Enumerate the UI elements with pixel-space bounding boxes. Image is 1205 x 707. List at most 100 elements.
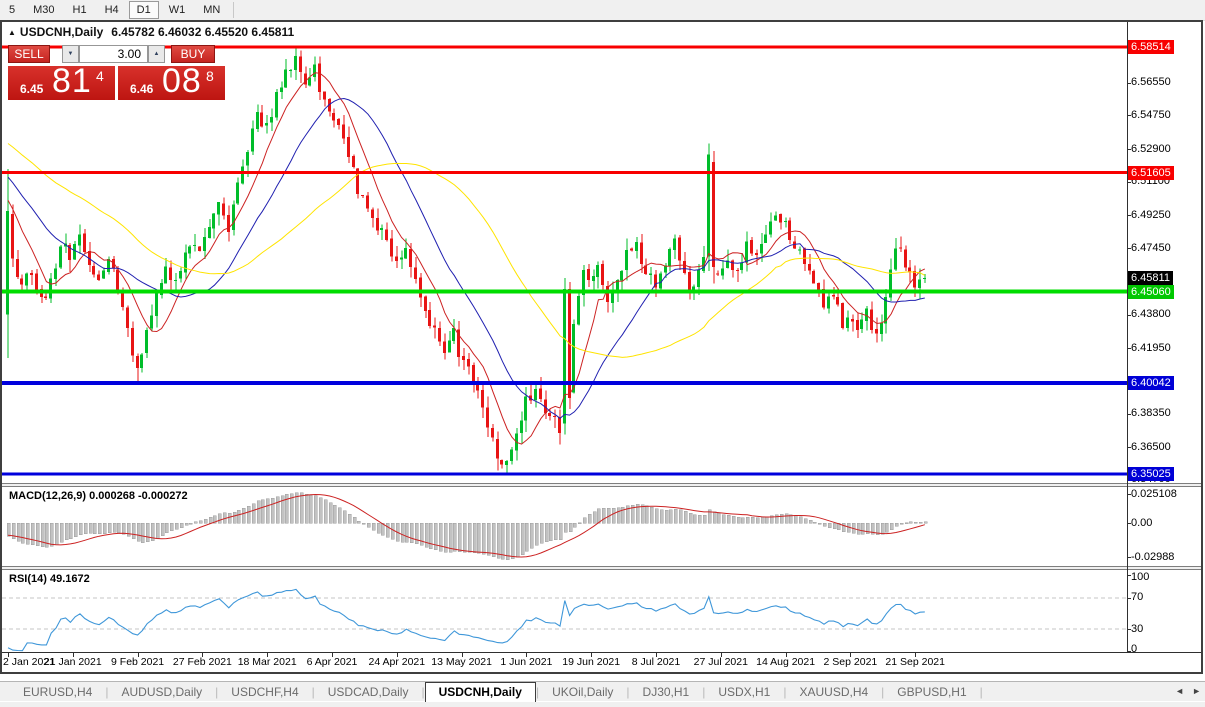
date-axis-label: 1 Jun 2021 <box>500 656 552 668</box>
timeframe-button-mn[interactable]: MN <box>195 1 228 19</box>
volume-decrease-button[interactable]: ▼ <box>62 45 79 63</box>
date-axis-tickmark <box>915 653 916 657</box>
price-axis-tick: 6.43800 <box>1131 308 1171 320</box>
date-axis-label: 6 Apr 2021 <box>307 656 358 668</box>
timeframe-button-d1[interactable]: D1 <box>129 1 159 19</box>
price-axis-tickmark <box>1127 215 1131 216</box>
date-axis-label: 21 Sep 2021 <box>885 656 945 668</box>
price-axis-tickmark <box>1127 414 1131 415</box>
price-axis-tick: 6.36500 <box>1131 441 1171 453</box>
chart-tab-bar: EURUSD,H4|AUDUSD,Daily|USDCHF,H4|USDCAD,… <box>0 681 1205 702</box>
chart-tab-usdcad[interactable]: USDCAD,Daily <box>315 683 422 701</box>
date-axis-label: 21 Jan 2021 <box>44 656 102 668</box>
price-axis-tick: 6.38350 <box>1131 407 1171 419</box>
toolbar-separator <box>233 2 234 18</box>
macd-label: MACD(12,26,9) 0.000268 -0.000272 <box>9 490 188 502</box>
price-axis-tickmark <box>1127 115 1131 116</box>
price-axis-tick: 6.49250 <box>1131 209 1171 221</box>
buy-price-pip-digit: 8 <box>206 68 214 84</box>
date-axis-tickmark <box>786 653 787 657</box>
chart-ohlc-values: 6.45782 6.46032 6.45520 6.45811 <box>111 25 294 39</box>
price-axis-tick: 6.47450 <box>1131 242 1171 254</box>
sell-button[interactable]: SELL <box>8 45 50 63</box>
price-axis-tick: 6.54750 <box>1131 109 1171 121</box>
macd-axis-tick: -0.02988 <box>1131 551 1174 563</box>
status-strip <box>0 701 1205 707</box>
price-level-badge: 6.58514 <box>1128 40 1174 54</box>
chart-tab-audusd[interactable]: AUDUSD,Daily <box>108 683 215 701</box>
chart-tab-dj30[interactable]: DJ30,H1 <box>630 683 703 701</box>
chart-tab-usdchf[interactable]: USDCHF,H4 <box>218 683 311 701</box>
sell-price-display[interactable]: 6.45 81 4 <box>8 66 115 100</box>
date-axis-label: 27 Jul 2021 <box>694 656 748 668</box>
buy-price-prefix: 6.46 <box>130 82 153 96</box>
chart-title: ▲ USDCNH,Daily 6.45782 6.46032 6.45520 6.4… <box>8 25 294 39</box>
price-axis-tick: 6.41950 <box>1131 342 1171 354</box>
buy-price-display[interactable]: 6.46 08 8 <box>118 66 225 100</box>
chart-tab-usdcnh[interactable]: USDCNH,Daily <box>425 682 536 702</box>
date-axis-label: 27 Feb 2021 <box>173 656 232 668</box>
price-axis-tickmark <box>1127 348 1131 349</box>
macd-axis-tickmark <box>1127 494 1131 495</box>
price-level-badge: 6.51605 <box>1128 166 1174 180</box>
rsi-axis-tickmark <box>1127 651 1131 652</box>
timeframe-toolbar: 5M30H1H4D1W1MN <box>0 0 1205 21</box>
collapse-chart-icon[interactable]: ▲ <box>8 28 16 37</box>
macd-axis-tick: 0.025108 <box>1131 488 1177 500</box>
chart-tab-gbpusd[interactable]: GBPUSD,H1 <box>884 683 979 701</box>
date-axis-tickmark <box>591 653 592 657</box>
date-axis-tickmark <box>721 653 722 657</box>
date-axis-label: 8 Jul 2021 <box>632 656 680 668</box>
rsi-axis-tickmark <box>1127 598 1131 599</box>
sell-price-pip-digit: 4 <box>96 68 104 84</box>
timeframe-button-m30[interactable]: M30 <box>25 1 62 19</box>
macd-axis-tickmark <box>1127 523 1131 524</box>
chart-tab-usdx[interactable]: USDX,H1 <box>705 683 783 701</box>
tab-scroll-right-icon[interactable]: ► <box>1192 686 1205 696</box>
chevron-up-icon: ▲ <box>154 51 160 57</box>
macd-axis-tick: 0.00 <box>1131 517 1152 529</box>
chart-tab-xauusd[interactable]: XAUUSD,H4 <box>786 683 881 701</box>
date-axis-tickmark <box>332 653 333 657</box>
date-axis-tickmark <box>397 653 398 657</box>
timeframe-button-h1[interactable]: H1 <box>65 1 95 19</box>
time-axis-border <box>2 652 1201 653</box>
timeframe-button-w1[interactable]: W1 <box>161 1 194 19</box>
buy-button[interactable]: BUY <box>171 45 215 63</box>
date-axis-tickmark <box>656 653 657 657</box>
rsi-axis-tickmark <box>1127 575 1131 576</box>
chart-symbol-label: USDCNH,Daily <box>20 25 103 39</box>
tab-scroll-left-icon[interactable]: ◄ <box>1175 686 1192 696</box>
date-axis-tickmark <box>850 653 851 657</box>
volume-increase-button[interactable]: ▲ <box>148 45 165 63</box>
price-level-badge: 6.45060 <box>1128 285 1174 299</box>
date-axis-label: 19 Jun 2021 <box>562 656 620 668</box>
date-axis-tickmark <box>462 653 463 657</box>
chart-tab-eurusd[interactable]: EURUSD,H4 <box>10 683 105 701</box>
date-axis-label: 9 Feb 2021 <box>111 656 164 668</box>
rsi-axis-tick: 30 <box>1131 623 1143 635</box>
timeframe-button-h4[interactable]: H4 <box>97 1 127 19</box>
price-axis-tickmark <box>1127 315 1131 316</box>
rsi-axis-tickmark <box>1127 629 1131 630</box>
chevron-down-icon: ▼ <box>68 51 74 57</box>
price-axis-tickmark <box>1127 248 1131 249</box>
date-axis-tickmark <box>73 653 74 657</box>
date-axis-label: 24 Apr 2021 <box>368 656 425 668</box>
rsi-axis-tick: 100 <box>1131 571 1149 583</box>
timeframe-button-5[interactable]: 5 <box>1 1 23 19</box>
volume-input[interactable]: 3.00 <box>79 45 148 63</box>
rsi-label: RSI(14) 49.1672 <box>9 573 90 585</box>
trading-terminal: { "toolbar": { "timeframes": ["5","M30",… <box>0 0 1205 706</box>
date-axis-tickmark <box>526 653 527 657</box>
chart-tab-ukoil[interactable]: UKOil,Daily <box>539 683 626 701</box>
price-axis-tickmark <box>1127 149 1131 150</box>
rsi-indicator-plot[interactable] <box>2 570 1127 652</box>
price-level-badge: 6.45811 <box>1128 271 1173 285</box>
date-axis-label: 14 Aug 2021 <box>756 656 815 668</box>
price-axis-tickmark <box>1127 182 1131 183</box>
price-axis-tick: 6.52900 <box>1131 143 1171 155</box>
date-axis-tickmark <box>8 653 9 657</box>
tab-scroll-arrows: ◄► <box>1175 686 1205 696</box>
price-axis-tick: 6.56550 <box>1131 76 1171 88</box>
